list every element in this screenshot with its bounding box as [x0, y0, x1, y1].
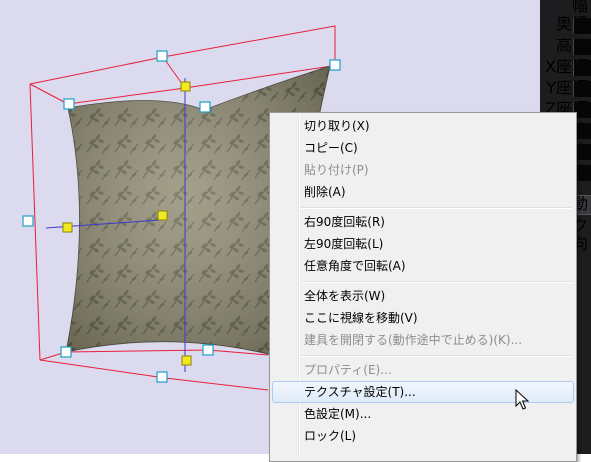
menu-item-move-view-here[interactable]: ここに視線を移動(V) — [272, 307, 574, 329]
mouse-cursor-icon — [515, 389, 529, 410]
menu-item-lock[interactable]: ロック(L) — [272, 425, 574, 447]
menu-item-rotate-left-90[interactable]: 左90度回転(L) — [272, 233, 574, 255]
context-menu: 切り取り(X) コピー(C) 貼り付け(P) 削除(A) 右90度回転(R) 左… — [269, 112, 577, 462]
menu-item-show-all[interactable]: 全体を表示(W) — [272, 285, 574, 307]
menu-item-rotate-right-90[interactable]: 右90度回転(R) — [272, 211, 574, 233]
x-coordinate-field[interactable] — [573, 60, 591, 76]
menu-separator — [301, 281, 572, 283]
menu-item-delete[interactable]: 削除(A) — [272, 181, 574, 203]
menu-item-rotate-any-angle[interactable]: 任意角度で回転(A) — [272, 255, 574, 277]
menu-separator — [301, 355, 572, 357]
height-field[interactable] — [573, 39, 591, 55]
menu-item-paste[interactable]: 貼り付け(P) — [272, 159, 574, 181]
y-coordinate-field[interactable] — [573, 81, 591, 97]
depth-field[interactable] — [573, 18, 591, 34]
panel-label: 幅 — [571, 0, 588, 14]
menu-item-cut[interactable]: 切り取り(X) — [272, 115, 574, 137]
menu-item-properties[interactable]: プロパティ(E)... — [272, 359, 574, 381]
menu-item-copy[interactable]: コピー(C) — [272, 137, 574, 159]
menu-separator — [301, 207, 572, 209]
menu-item-open-close-fitting[interactable]: 建具を開閉する(動作途中で止める)(K)... — [272, 329, 574, 351]
